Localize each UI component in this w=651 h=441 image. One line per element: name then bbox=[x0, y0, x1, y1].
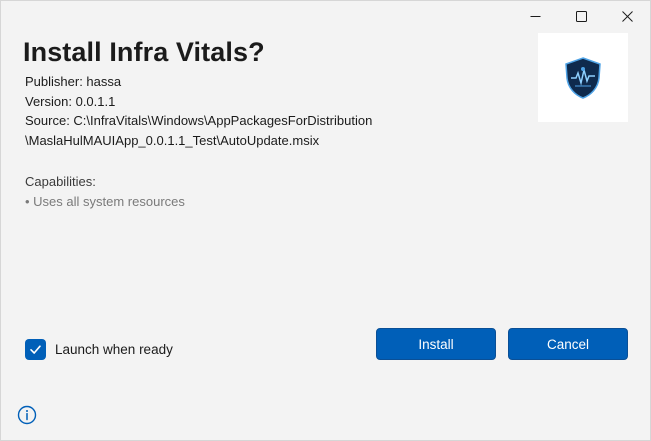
installer-window: Install Infra Vitals? Publisher: hassa V… bbox=[0, 0, 651, 441]
package-info: Publisher: hassa Version: 0.0.1.1 Source… bbox=[25, 72, 435, 150]
maximize-icon bbox=[575, 10, 587, 22]
close-button[interactable] bbox=[604, 1, 650, 31]
maximize-button[interactable] bbox=[558, 1, 604, 31]
install-button[interactable]: Install bbox=[376, 328, 496, 360]
page-title: Install Infra Vitals? bbox=[23, 37, 265, 67]
minimize-button[interactable] bbox=[512, 1, 558, 31]
launch-when-ready[interactable]: Launch when ready bbox=[25, 339, 173, 360]
checkmark-icon bbox=[30, 345, 41, 354]
info-icon[interactable] bbox=[17, 405, 37, 425]
launch-label: Launch when ready bbox=[55, 342, 173, 357]
app-logo bbox=[538, 33, 628, 122]
close-icon bbox=[621, 10, 633, 22]
source-path-line2: \MaslaHulMAUIApp_0.0.1.1_Test\AutoUpdate… bbox=[25, 132, 320, 148]
source-path-line1: Source: C:\InfraVitals\Windows\AppPackag… bbox=[25, 113, 373, 128]
version-text: Version: 0.0.1.1 bbox=[25, 93, 116, 109]
titlebar-controls bbox=[512, 1, 650, 31]
capabilities-section: Capabilities: • Uses all system resource… bbox=[25, 172, 185, 211]
launch-checkbox[interactable] bbox=[25, 339, 46, 360]
minimize-icon bbox=[530, 15, 540, 17]
shield-logo-icon bbox=[565, 56, 601, 99]
capability-item: • Uses all system resources bbox=[25, 193, 185, 209]
publisher-text: Publisher: hassa bbox=[25, 74, 122, 89]
capabilities-heading: Capabilities: bbox=[25, 174, 96, 189]
cancel-button[interactable]: Cancel bbox=[508, 328, 628, 360]
